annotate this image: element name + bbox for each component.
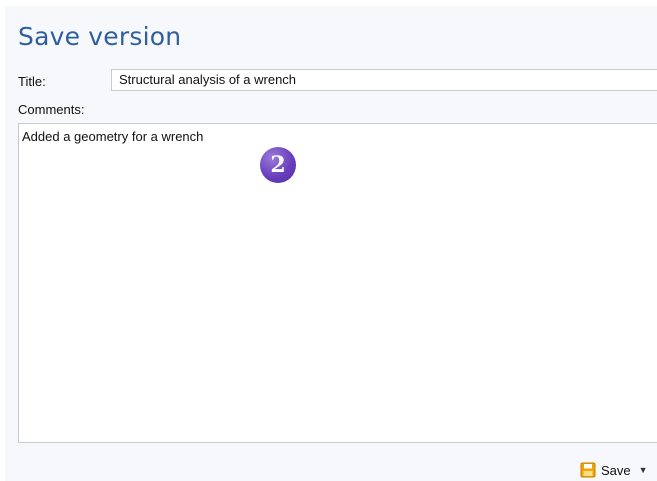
page-title: Save version — [18, 22, 182, 51]
save-button-label: Save — [601, 462, 631, 478]
title-label: Title: — [18, 74, 46, 89]
save-button[interactable]: Save ▼ — [580, 460, 648, 480]
floppy-disk-icon — [580, 462, 596, 478]
comments-textarea[interactable]: Added a geometry for a wrench — [18, 123, 657, 443]
step-marker-badge: 2 — [260, 147, 296, 183]
comments-label: Comments: — [18, 102, 85, 117]
chevron-down-icon[interactable]: ▼ — [639, 465, 648, 475]
title-input[interactable]: Structural analysis of a wrench — [111, 69, 657, 91]
save-version-panel: Save version Title: Structural analysis … — [5, 6, 657, 481]
